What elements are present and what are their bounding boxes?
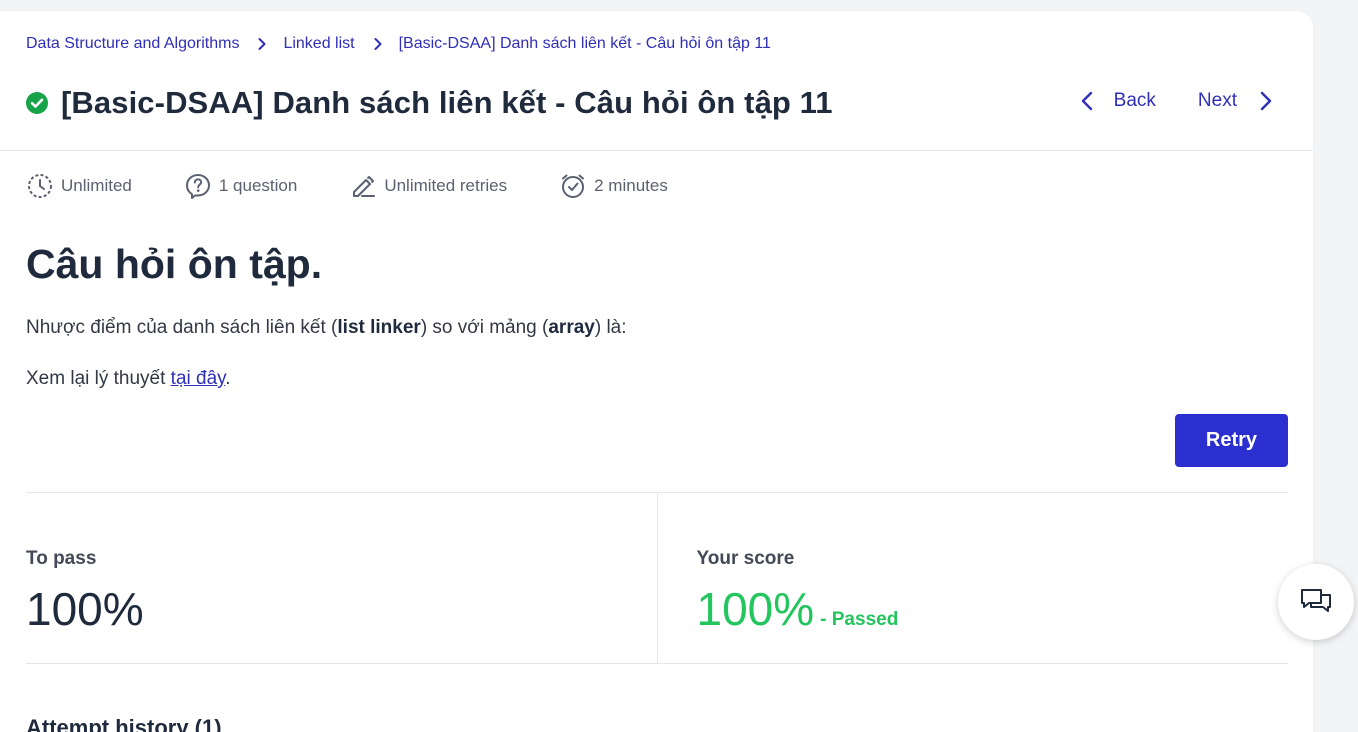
- meta-question-label: 1 question: [218, 176, 298, 195]
- back-label: Back: [1113, 90, 1156, 111]
- breadcrumb-item-current[interactable]: [Basic-DSAA] Danh sách liên kết - Câu hỏ…: [399, 35, 771, 53]
- question-icon: [185, 174, 210, 199]
- meta-time-label: Unlimited: [61, 176, 132, 195]
- next-label: Next: [1197, 90, 1237, 111]
- next-button[interactable]: Next: [1198, 90, 1273, 112]
- meta-duration-label: 2 minutes: [594, 176, 668, 195]
- quiz-meta: Unlimited 1 question Unlimited retries 2…: [26, 172, 720, 200]
- question-term-list-linker: list linker: [337, 317, 421, 338]
- your-score-label: Your score: [696, 548, 795, 569]
- question-text: Nhược điểm của danh sách liên kết (list …: [26, 317, 627, 339]
- breadcrumb-item-module[interactable]: Linked list: [283, 35, 354, 53]
- breadcrumb-item-course[interactable]: Data Structure and Algorithms: [26, 35, 239, 53]
- attempt-history-title: Attempt history (1): [26, 715, 222, 732]
- review-text: Xem lại lý thuyết tại đây.: [26, 368, 231, 390]
- meta-question-count: 1 question: [184, 172, 297, 200]
- chevron-left-icon: [1081, 91, 1092, 111]
- your-score-section: Your score 100% - Passed: [656, 493, 1289, 663]
- meta-time-limit: Unlimited: [26, 172, 132, 200]
- retry-button[interactable]: Retry: [1175, 414, 1288, 467]
- review-theory-link[interactable]: tại đây: [171, 368, 226, 389]
- question-prefix: Nhược điểm của danh sách liên kết (: [26, 317, 338, 338]
- header-divider: [0, 150, 1313, 151]
- quiz-card: Data Structure and Algorithms Linked lis…: [0, 11, 1313, 732]
- chevron-right-icon: [374, 38, 382, 50]
- your-score-value: 100%: [696, 583, 815, 635]
- alarm-icon: [562, 174, 585, 198]
- review-suffix: .: [225, 368, 231, 389]
- chevron-right-icon: [1260, 91, 1272, 111]
- clock-icon: [28, 174, 52, 198]
- meta-retries-label: Unlimited retries: [384, 176, 508, 195]
- question-middle: ) so với mảng (: [420, 317, 549, 338]
- results-panel: To pass 100% Your score 100% - Passed: [26, 492, 1288, 664]
- to-pass-label: To pass: [26, 548, 97, 569]
- to-pass-value: 100%: [26, 583, 144, 635]
- chat-icon: [1301, 589, 1331, 612]
- chat-button[interactable]: [1278, 564, 1354, 640]
- pencil-icon: [353, 176, 376, 197]
- review-prefix: Xem lại lý thuyết: [26, 368, 171, 389]
- section-title: Câu hỏi ôn tập.: [26, 241, 323, 287]
- back-button[interactable]: Back: [1080, 90, 1156, 112]
- check-circle-icon: [26, 92, 48, 114]
- meta-retries: Unlimited retries: [349, 172, 507, 200]
- page-title: [Basic-DSAA] Danh sách liên kết - Câu hỏ…: [61, 85, 833, 120]
- title-row: [Basic-DSAA] Danh sách liên kết - Câu hỏ…: [26, 85, 833, 121]
- meta-duration: 2 minutes: [559, 172, 668, 200]
- breadcrumb: Data Structure and Algorithms Linked lis…: [26, 35, 771, 53]
- lesson-navigation: Back Next: [1080, 90, 1273, 112]
- chevron-right-icon: [258, 38, 266, 50]
- passed-status: - Passed: [820, 609, 899, 630]
- to-pass-section: To pass 100%: [26, 493, 657, 663]
- question-term-array: array: [548, 317, 595, 338]
- question-suffix: ) là:: [594, 317, 627, 338]
- your-score-row: 100% - Passed: [697, 582, 899, 636]
